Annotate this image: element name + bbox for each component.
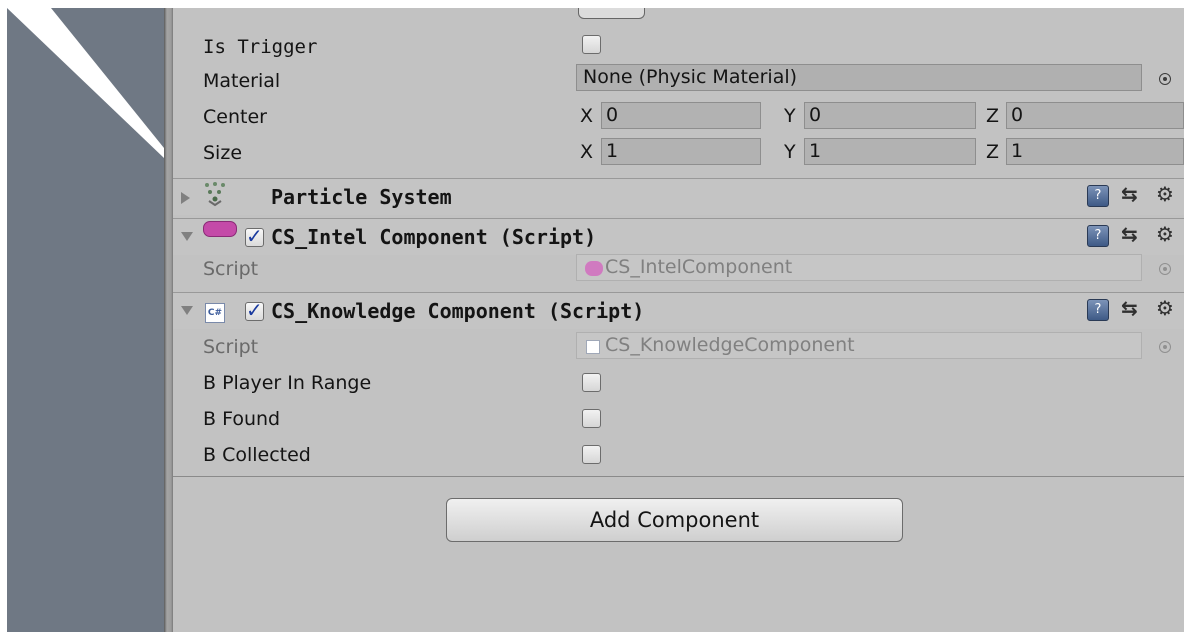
knowledge-script-field: CS_KnowledgeComponent xyxy=(576,332,1142,359)
particle-system-title: Particle System xyxy=(271,185,452,209)
foldout-arrow-icon[interactable] xyxy=(181,232,193,241)
object-picker-icon xyxy=(1159,263,1171,275)
b-collected-row: B Collected xyxy=(173,438,1184,474)
divider xyxy=(173,476,1184,477)
object-picker-icon[interactable] xyxy=(1159,73,1171,85)
material-label: Material xyxy=(203,70,281,92)
scene-object-shape xyxy=(7,8,164,158)
gear-icon[interactable]: ⚙ xyxy=(1156,182,1174,206)
foldout-arrow-icon[interactable] xyxy=(181,192,190,204)
csharp-script-icon: C# xyxy=(205,303,225,323)
presets-icon[interactable]: ⇆ xyxy=(1121,182,1138,206)
scene-view[interactable] xyxy=(7,8,164,632)
b-player-in-range-label: B Player In Range xyxy=(203,372,372,394)
help-icon[interactable]: ? xyxy=(1087,185,1109,207)
add-component-button[interactable]: Add Component xyxy=(446,498,903,542)
b-collected-label: B Collected xyxy=(203,444,311,466)
intel-script-field: CS_IntelComponent xyxy=(576,254,1142,281)
size-x-field[interactable]: 1 xyxy=(601,138,761,165)
script-capsule-icon xyxy=(585,261,603,276)
knowledge-script-row: Script CS_KnowledgeComponent xyxy=(173,330,1184,366)
center-y-axis-label: Y xyxy=(784,105,796,127)
knowledge-script-label: Script xyxy=(203,336,259,358)
knowledge-enabled-checkbox[interactable] xyxy=(245,298,264,322)
b-player-in-range-row: B Player In Range xyxy=(173,366,1184,402)
size-z-axis-label: Z xyxy=(986,141,1000,163)
center-row: Center X 0 Y 0 Z 0 xyxy=(173,100,1184,136)
size-x-axis-label: X xyxy=(580,141,594,163)
gear-icon[interactable]: ⚙ xyxy=(1156,222,1174,246)
intel-component-header[interactable]: CS_Intel Component (Script) ? ⇆ ⚙ xyxy=(173,218,1184,255)
particle-system-header[interactable]: Particle System ? ⇆ ⚙ xyxy=(173,178,1184,215)
is-trigger-row: Is Trigger xyxy=(173,30,1184,66)
presets-icon[interactable]: ⇆ xyxy=(1121,296,1138,320)
b-found-row: B Found xyxy=(173,402,1184,438)
material-row: Material None (Physic Material) xyxy=(173,64,1184,100)
size-y-field[interactable]: 1 xyxy=(804,138,976,165)
knowledge-component-header[interactable]: C# CS_Knowledge Component (Script) ? ⇆ ⚙ xyxy=(173,292,1184,329)
knowledge-component-title: CS_Knowledge Component (Script) xyxy=(271,299,645,323)
center-x-axis-label: X xyxy=(580,105,594,127)
intel-script-row: Script CS_IntelComponent xyxy=(173,252,1184,288)
size-row: Size X 1 Y 1 Z 1 xyxy=(173,136,1184,172)
help-icon[interactable]: ? xyxy=(1087,225,1109,247)
intel-component-title: CS_Intel Component (Script) xyxy=(271,225,597,249)
edit-collider-button[interactable] xyxy=(578,8,645,19)
is-trigger-label: Is Trigger xyxy=(203,36,318,58)
size-y-axis-label: Y xyxy=(784,141,796,163)
is-trigger-checkbox[interactable] xyxy=(582,35,601,54)
center-y-field[interactable]: 0 xyxy=(804,102,976,129)
intel-script-label: Script xyxy=(203,258,259,280)
center-label: Center xyxy=(203,106,267,128)
center-z-axis-label: Z xyxy=(986,105,1000,127)
particle-system-icon xyxy=(203,181,227,207)
b-found-checkbox[interactable] xyxy=(582,409,601,428)
inspector-panel: Is Trigger Material None (Physic Materia… xyxy=(173,8,1184,632)
b-collected-checkbox[interactable] xyxy=(582,445,601,464)
script-capsule-icon xyxy=(203,221,237,237)
material-field[interactable]: None (Physic Material) xyxy=(576,64,1142,91)
center-x-field[interactable]: 0 xyxy=(601,102,761,129)
presets-icon[interactable]: ⇆ xyxy=(1121,222,1138,246)
csharp-script-icon xyxy=(586,340,600,354)
size-label: Size xyxy=(203,142,243,164)
b-found-label: B Found xyxy=(203,408,281,430)
foldout-arrow-icon[interactable] xyxy=(181,306,193,315)
b-player-in-range-checkbox[interactable] xyxy=(582,373,601,392)
object-picker-icon xyxy=(1159,341,1171,353)
help-icon[interactable]: ? xyxy=(1087,299,1109,321)
panel-splitter[interactable] xyxy=(164,8,173,632)
intel-enabled-checkbox[interactable] xyxy=(245,224,264,248)
gear-icon[interactable]: ⚙ xyxy=(1156,296,1174,320)
center-z-field[interactable]: 0 xyxy=(1006,102,1184,129)
size-z-field[interactable]: 1 xyxy=(1006,138,1184,165)
